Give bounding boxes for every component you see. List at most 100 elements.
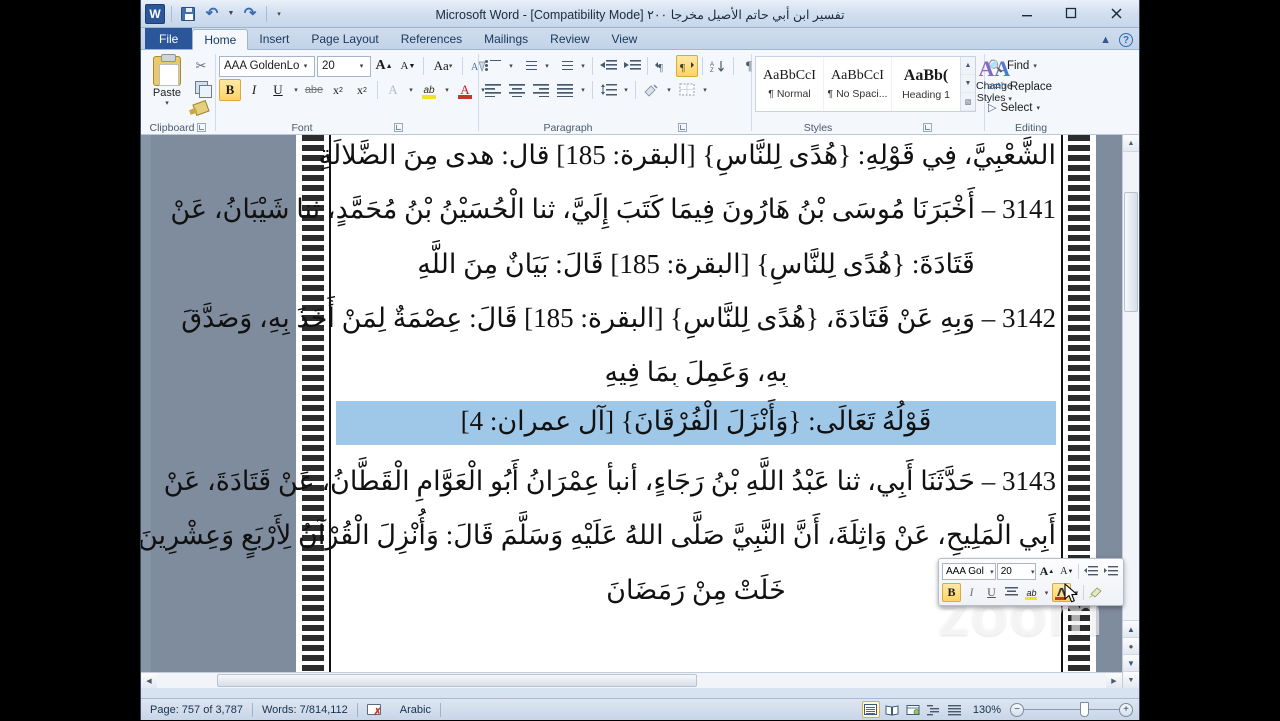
font-name-combo[interactable]: AAA GoldenLot ▾	[219, 55, 315, 77]
superscript-button[interactable]: x2	[351, 79, 373, 101]
font-size-combo[interactable]: 20 ▾	[317, 55, 371, 77]
customize-qat-button[interactable]: ▾	[273, 4, 285, 24]
scroll-up-button[interactable]: ▲	[1123, 135, 1139, 152]
clipboard-dialog-launcher-icon[interactable]	[197, 123, 207, 132]
font-dialog-launcher-icon[interactable]	[393, 123, 403, 132]
scroll-down-button[interactable]: ▼	[1123, 671, 1139, 688]
underline-button[interactable]: U	[267, 79, 289, 101]
web-layout-view-button[interactable]	[904, 701, 922, 718]
rtl-text-direction-button[interactable]: ¶	[676, 55, 698, 77]
mini-grow-font-button[interactable]: A ▲	[1037, 562, 1056, 581]
bullets-button[interactable]	[482, 55, 504, 77]
horizontal-scrollbar[interactable]: ◀ ▶	[141, 672, 1122, 688]
tab-view[interactable]: View	[601, 28, 649, 49]
tab-mailings[interactable]: Mailings	[473, 28, 539, 49]
tab-insert[interactable]: Insert	[248, 28, 300, 49]
word-logo-icon[interactable]: W	[145, 3, 165, 24]
font-color-button[interactable]: A	[454, 79, 476, 101]
mini-decrease-indent-button[interactable]	[1081, 562, 1100, 581]
shading-dropdown[interactable]: ▾	[664, 79, 674, 101]
highlight-dropdown[interactable]: ▾	[442, 79, 452, 101]
justify-dropdown[interactable]: ▾	[578, 79, 588, 101]
vertical-scroll-track[interactable]	[1123, 152, 1139, 620]
tab-review[interactable]: Review	[539, 28, 600, 49]
borders-dropdown[interactable]: ▾	[700, 79, 710, 101]
outline-view-button[interactable]	[925, 701, 943, 718]
mini-highlight-dropdown[interactable]: ▾	[1042, 583, 1051, 602]
align-right-button[interactable]	[530, 79, 552, 101]
change-case-button[interactable]: Aa ▾	[428, 55, 458, 77]
scroll-left-button[interactable]: ◀	[141, 673, 157, 688]
shading-button[interactable]	[640, 79, 662, 101]
numbering-button[interactable]	[518, 55, 540, 77]
zoom-slider[interactable]: − +	[1010, 702, 1133, 717]
text-effects-button[interactable]: A	[382, 79, 404, 101]
mini-shrink-font-button[interactable]: A ▼	[1057, 562, 1076, 581]
align-center-button[interactable]	[506, 79, 528, 101]
line-spacing-button[interactable]	[597, 79, 619, 101]
shrink-font-button[interactable]: A ▼	[397, 55, 419, 77]
next-page-button[interactable]: ▼	[1123, 654, 1139, 671]
gallery-more-icon[interactable]: ▧	[961, 93, 975, 111]
previous-page-button[interactable]: ▲	[1123, 620, 1139, 637]
replace-button[interactable]: a⇄b Replace	[988, 76, 1052, 97]
proofing-status[interactable]	[358, 699, 391, 721]
grow-font-button[interactable]: A ▲	[373, 55, 395, 77]
language-indicator[interactable]: Arabic	[391, 699, 440, 721]
decrease-indent-button[interactable]	[597, 55, 619, 77]
cut-button[interactable]: ✂	[190, 56, 212, 76]
vertical-scroll-thumb[interactable]	[1124, 192, 1138, 312]
mini-font-name-combo[interactable]: AAA Gol ▾	[942, 563, 996, 580]
styles-gallery-scroll[interactable]: ▲ ▼ ▧	[960, 57, 975, 111]
mini-highlight-button[interactable]: ab	[1022, 583, 1041, 602]
document-line-selected[interactable]: قَوْلُهُ تَعَالَى: {وَأَنْزَلَ الْفُرْقَ…	[336, 400, 1056, 446]
restore-button[interactable]	[1049, 0, 1093, 26]
mini-underline-button[interactable]: U	[982, 583, 1001, 602]
document-line[interactable]: قَتَادَةَ: {هُدًى لِلنَّاسِ} [البقرة: 18…	[336, 249, 1056, 278]
document-line[interactable]: 3141 – أَخْبَرَنَا مُوسَى بْنُ هَارُونَ …	[170, 195, 1056, 224]
mini-align-center-button[interactable]	[1002, 583, 1021, 602]
increase-indent-button[interactable]	[621, 55, 643, 77]
underline-dropdown[interactable]: ▾	[291, 79, 301, 101]
select-browse-object-button[interactable]: ●	[1123, 637, 1139, 654]
help-icon[interactable]: ?	[1119, 33, 1133, 47]
zoom-slider-track[interactable]	[1024, 702, 1119, 717]
ltr-text-direction-button[interactable]: ¶	[652, 55, 674, 77]
find-button[interactable]: 🔍 Find ▾	[988, 55, 1037, 76]
horizontal-scroll-thumb[interactable]	[217, 674, 697, 687]
italic-button[interactable]: I	[243, 79, 265, 101]
zoom-in-button[interactable]: +	[1119, 702, 1133, 717]
numbering-dropdown[interactable]: ▾	[542, 55, 552, 77]
tab-references[interactable]: References	[390, 28, 473, 49]
document-line[interactable]: 3143 – حَدَّثَنَا أَبِي، ثنا عَبْدُ اللَ…	[164, 467, 1056, 496]
document-line[interactable]: الشَّعْبِيَّ، فِي قَوْلِهِ: {هُدًى لِلنَ…	[319, 141, 1056, 170]
paste-button[interactable]: Paste ▾	[144, 54, 190, 107]
styles-dialog-launcher-icon[interactable]	[923, 123, 933, 132]
word-count-indicator[interactable]: Words: 7/814,112	[253, 699, 357, 721]
zoom-out-button[interactable]: −	[1010, 702, 1024, 717]
style-normal[interactable]: AaBbCcI ¶ Normal	[756, 57, 824, 111]
horizontal-scroll-track[interactable]	[157, 673, 1106, 688]
multilevel-list-button[interactable]	[554, 55, 576, 77]
strikethrough-button[interactable]: abe	[303, 79, 325, 101]
mini-italic-button[interactable]: I	[962, 583, 981, 602]
scroll-right-button[interactable]: ▶	[1106, 673, 1122, 688]
vertical-scrollbar[interactable]: ▲ ▲ ● ▼ ▼	[1122, 135, 1139, 688]
floating-mini-toolbar[interactable]: AAA Gol ▾ 20 ▾ A ▲ A ▼ B I U ab ▾ ▾	[938, 558, 1124, 606]
line-spacing-dropdown[interactable]: ▾	[621, 79, 631, 101]
zoom-slider-handle[interactable]	[1080, 702, 1089, 717]
print-layout-view-button[interactable]	[861, 701, 880, 718]
document-line[interactable]: 3142 – وَبِهِ عَنْ قَتَادَةَ، {هُدًى لِل…	[181, 304, 1056, 333]
text-effects-dropdown[interactable]: ▾	[406, 79, 416, 101]
full-screen-reading-view-button[interactable]	[883, 701, 901, 718]
undo-button[interactable]: ↶	[202, 4, 222, 24]
save-button[interactable]	[178, 4, 198, 24]
tab-home[interactable]: Home	[192, 29, 249, 50]
tab-file[interactable]: File	[145, 28, 193, 49]
justify-button[interactable]	[554, 79, 576, 101]
mini-increase-indent-button[interactable]	[1101, 562, 1120, 581]
sort-button[interactable]: AZ	[707, 55, 729, 77]
paragraph-dialog-launcher-icon[interactable]	[677, 123, 687, 132]
page-indicator[interactable]: Page: 757 of 3,787	[141, 699, 252, 721]
mini-font-size-combo[interactable]: 20 ▾	[996, 563, 1037, 580]
